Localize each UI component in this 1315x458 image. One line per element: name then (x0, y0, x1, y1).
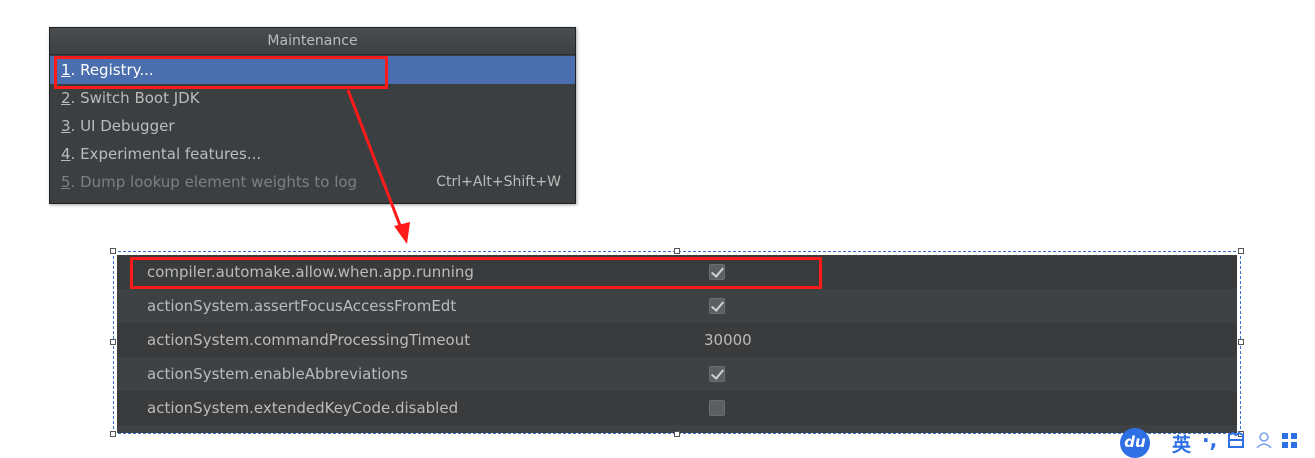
registry-key: actionSystem.extendedKeyCode.disabled (147, 399, 459, 417)
menu-item-label: . Experimental features... (70, 145, 262, 163)
resize-handle[interactable] (110, 339, 116, 345)
grid-icon[interactable] (1280, 430, 1300, 455)
mnemonic-number: 1 (61, 61, 71, 79)
resize-handle[interactable] (674, 431, 680, 437)
ime-toolbar: du 英 ·, (1120, 428, 1315, 458)
resize-handle[interactable] (674, 248, 680, 254)
resize-handle[interactable] (110, 431, 116, 437)
registry-key: actionSystem.assertFocusAccessFromEdt (147, 297, 457, 315)
mnemonic-number: 3 (61, 117, 71, 135)
menu-item-label: . Switch Boot JDK (70, 89, 200, 107)
ime-language-mode[interactable]: 英 (1172, 430, 1191, 457)
menu-list: 1. Registry... 2. Switch Boot JDK 3. UI … (50, 55, 575, 196)
registry-value-text[interactable]: 30000 (704, 323, 752, 357)
registry-value-checkbox[interactable] (709, 400, 725, 416)
registry-value-checkbox[interactable] (709, 298, 725, 314)
table-row[interactable]: compiler.automake.allow.when.app.running (117, 255, 1237, 289)
shirt-icon[interactable] (1226, 430, 1246, 455)
mnemonic-number: 4 (61, 145, 71, 163)
ime-logo[interactable]: du (1120, 428, 1150, 458)
registry-key: actionSystem.enableAbbreviations (147, 365, 408, 383)
table-row[interactable]: actionSystem.enableAbbreviations (117, 357, 1237, 391)
table-row[interactable]: actionSystem.commandProcessingTimeout 30… (117, 323, 1237, 357)
menu-item-registry[interactable]: 1. Registry... (50, 56, 575, 84)
resize-handle[interactable] (110, 248, 116, 254)
menu-item-label: . Dump lookup element weights to log (70, 173, 358, 191)
table-row[interactable]: actionSystem.assertFocusAccessFromEdt (117, 289, 1237, 323)
ime-punctuation-mode[interactable]: ·, (1202, 428, 1217, 452)
menu-item-experimental-features[interactable]: 4. Experimental features... (50, 140, 575, 168)
menu-item-ui-debugger[interactable]: 3. UI Debugger (50, 112, 575, 140)
registry-value-checkbox[interactable] (709, 366, 725, 382)
popup-title: Maintenance (50, 28, 575, 55)
table-row[interactable]: actionSystem.extendedKeyCode.disabled (117, 391, 1237, 425)
registry-key: compiler.automake.allow.when.app.running (147, 263, 474, 281)
user-icon[interactable] (1254, 430, 1274, 455)
menu-item-shortcut: Ctrl+Alt+Shift+W (436, 174, 561, 190)
registry-value-checkbox[interactable] (709, 264, 725, 280)
menu-item-switch-boot-jdk[interactable]: 2. Switch Boot JDK (50, 84, 575, 112)
resize-handle[interactable] (1238, 339, 1244, 345)
mnemonic-number: 2 (61, 89, 71, 107)
menu-item-label-wrap: 5. Dump lookup element weights to log (61, 168, 379, 196)
registry-table-selection: compiler.automake.allow.when.app.running… (113, 251, 1241, 434)
mnemonic-number: 5 (61, 173, 71, 191)
menu-item-label: . UI Debugger (70, 117, 175, 135)
resize-handle[interactable] (1238, 248, 1244, 254)
maintenance-popup: Maintenance 1. Registry... 2. Switch Boo… (49, 27, 576, 204)
registry-table: compiler.automake.allow.when.app.running… (117, 255, 1237, 433)
menu-item-dump-lookup-weights[interactable]: 5. Dump lookup element weights to log Ct… (50, 168, 575, 196)
registry-key: actionSystem.commandProcessingTimeout (147, 331, 471, 349)
menu-item-label: . Registry... (70, 61, 154, 79)
